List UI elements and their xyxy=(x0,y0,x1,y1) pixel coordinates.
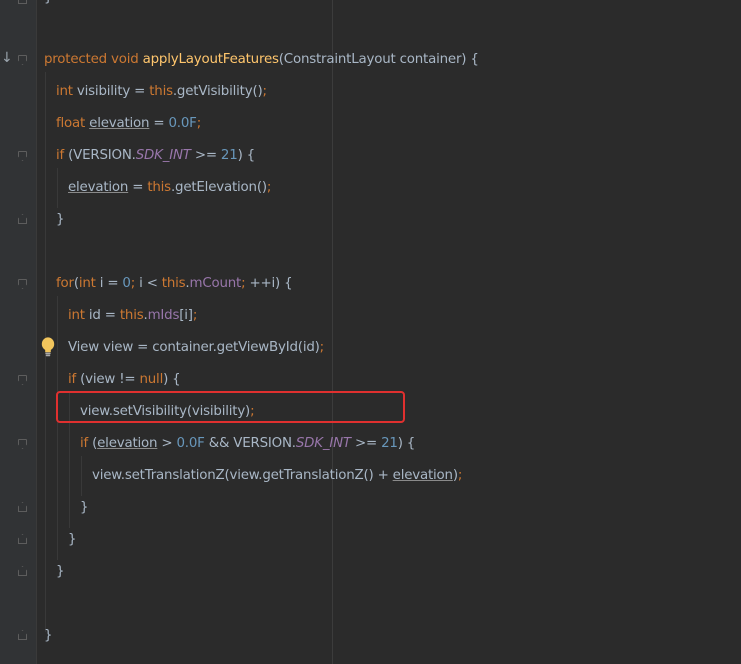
code-token: view.setTranslationZ(view.getTranslation… xyxy=(92,468,393,483)
indent-guide xyxy=(57,296,58,560)
field-token: mCount xyxy=(189,276,242,291)
fold-marker-icon[interactable] xyxy=(18,0,27,4)
semicolon-token: ; xyxy=(130,276,140,291)
code-token: ) { xyxy=(163,372,181,387)
method-name-token: applyLayoutFeatures xyxy=(142,52,279,67)
override-arrow-icon[interactable]: ↓ xyxy=(1,48,13,68)
number-token: 21 xyxy=(220,148,238,163)
semicolon-token: ; xyxy=(192,308,198,323)
code-line-id-decl[interactable]: int id = this.mIds[i]; xyxy=(68,306,197,326)
keyword-token: protected xyxy=(44,52,107,67)
semicolon-token: ; xyxy=(196,116,202,131)
keyword-token: int xyxy=(56,84,73,99)
indent-guide xyxy=(57,168,58,208)
keyword-token: this xyxy=(149,84,173,99)
code-token: ) { xyxy=(237,148,256,163)
code-token: .getVisibility() xyxy=(172,84,263,99)
keyword-token: for xyxy=(56,276,74,291)
code-line-view-decl[interactable]: View view = container.getViewById(id); xyxy=(68,338,324,358)
editor-gutter[interactable] xyxy=(0,0,36,664)
code-token: [i] xyxy=(179,308,193,323)
keyword-token: null xyxy=(139,372,164,387)
keyword-token: if xyxy=(68,372,77,387)
code-token: i < xyxy=(139,276,162,291)
highlight-annotation-box xyxy=(56,391,405,423)
semicolon-token: ; xyxy=(319,340,325,355)
semicolon-token: ; xyxy=(266,180,272,195)
code-token: ( xyxy=(88,436,98,451)
code-token: (ConstraintLayout container) { xyxy=(278,52,479,67)
code-line-method-signature[interactable]: protected void applyLayoutFeatures(Const… xyxy=(44,50,479,70)
code-line-if-null[interactable]: if (view != null) { xyxy=(68,370,181,390)
code-token: = xyxy=(128,180,148,195)
field-token: mIds xyxy=(147,308,180,323)
code-token: } xyxy=(80,500,89,515)
variable-token: elevation xyxy=(392,468,453,483)
code-token: visibility = xyxy=(72,84,150,99)
static-field-token: SDK_INT xyxy=(295,436,351,451)
gutter-separator xyxy=(36,0,37,664)
code-token: View view = container.getViewById(id) xyxy=(68,340,320,355)
code-line-if-elevation[interactable]: if (elevation > 0.0F && VERSION.SDK_INT … xyxy=(80,434,415,454)
variable-token: elevation xyxy=(68,180,129,195)
semicolon-token: ; xyxy=(457,468,463,483)
code-line-close-brace[interactable]: } xyxy=(80,498,89,518)
variable-token: elevation xyxy=(89,116,150,131)
lightbulb-icon[interactable] xyxy=(40,336,56,358)
code-line-for-loop[interactable]: for(int i = 0; i < this.mCount; ++i) { xyxy=(56,274,293,294)
keyword-token: if xyxy=(80,436,89,451)
code-token: >= xyxy=(350,436,382,451)
code-line-partial: } xyxy=(44,0,53,8)
keyword-token: if xyxy=(56,148,65,163)
code-token: ) { xyxy=(397,436,416,451)
number-token: 0 xyxy=(122,276,131,291)
keyword-token: int xyxy=(78,276,96,291)
number-token: 0.0F xyxy=(168,116,197,131)
right-margin-guide xyxy=(332,0,333,664)
code-token: .getElevation() xyxy=(170,180,267,195)
code-line-close-brace[interactable]: } xyxy=(56,210,65,230)
code-line-set-translation[interactable]: view.setTranslationZ(view.getTranslation… xyxy=(92,466,462,486)
code-token: i = xyxy=(95,276,123,291)
static-field-token: SDK_INT xyxy=(135,148,191,163)
keyword-token: float xyxy=(56,116,86,131)
code-line-visibility[interactable]: int visibility = this.getVisibility(); xyxy=(56,82,267,102)
code-token: (VERSION. xyxy=(64,148,136,163)
code-token: } xyxy=(56,564,65,579)
code-line-close-brace[interactable]: } xyxy=(68,530,77,550)
keyword-token: int xyxy=(68,308,85,323)
code-line-elevation-decl[interactable]: float elevation = 0.0F; xyxy=(56,114,201,134)
semicolon-token: ; xyxy=(262,84,268,99)
keyword-token: this xyxy=(161,276,186,291)
code-token: } xyxy=(68,532,77,547)
indent-guide xyxy=(81,456,82,496)
code-token: } xyxy=(56,212,65,227)
code-token: } xyxy=(44,628,53,643)
code-line-if-sdk[interactable]: if (VERSION.SDK_INT >= 21) { xyxy=(56,146,255,166)
code-token: id = xyxy=(84,308,120,323)
code-line-close-brace[interactable]: } xyxy=(56,562,65,582)
code-token: ++i) { xyxy=(249,276,293,291)
code-line-close-brace[interactable]: } xyxy=(44,626,53,646)
number-token: 21 xyxy=(381,436,398,451)
keyword-token: this xyxy=(147,180,171,195)
code-token: (view != xyxy=(76,372,140,387)
code-line-elevation-assign[interactable]: elevation = this.getElevation(); xyxy=(68,178,271,198)
number-token: 0.0F xyxy=(176,436,205,451)
keyword-token: this xyxy=(119,308,144,323)
code-token: && VERSION. xyxy=(204,436,296,451)
code-token: = xyxy=(149,116,169,131)
code-token: > xyxy=(157,436,177,451)
variable-token: elevation xyxy=(97,436,158,451)
keyword-token: void xyxy=(111,52,139,67)
code-token: >= xyxy=(190,148,221,163)
code-editor[interactable]: } ↓ protected void applyLayoutFeatures(C… xyxy=(0,0,741,664)
